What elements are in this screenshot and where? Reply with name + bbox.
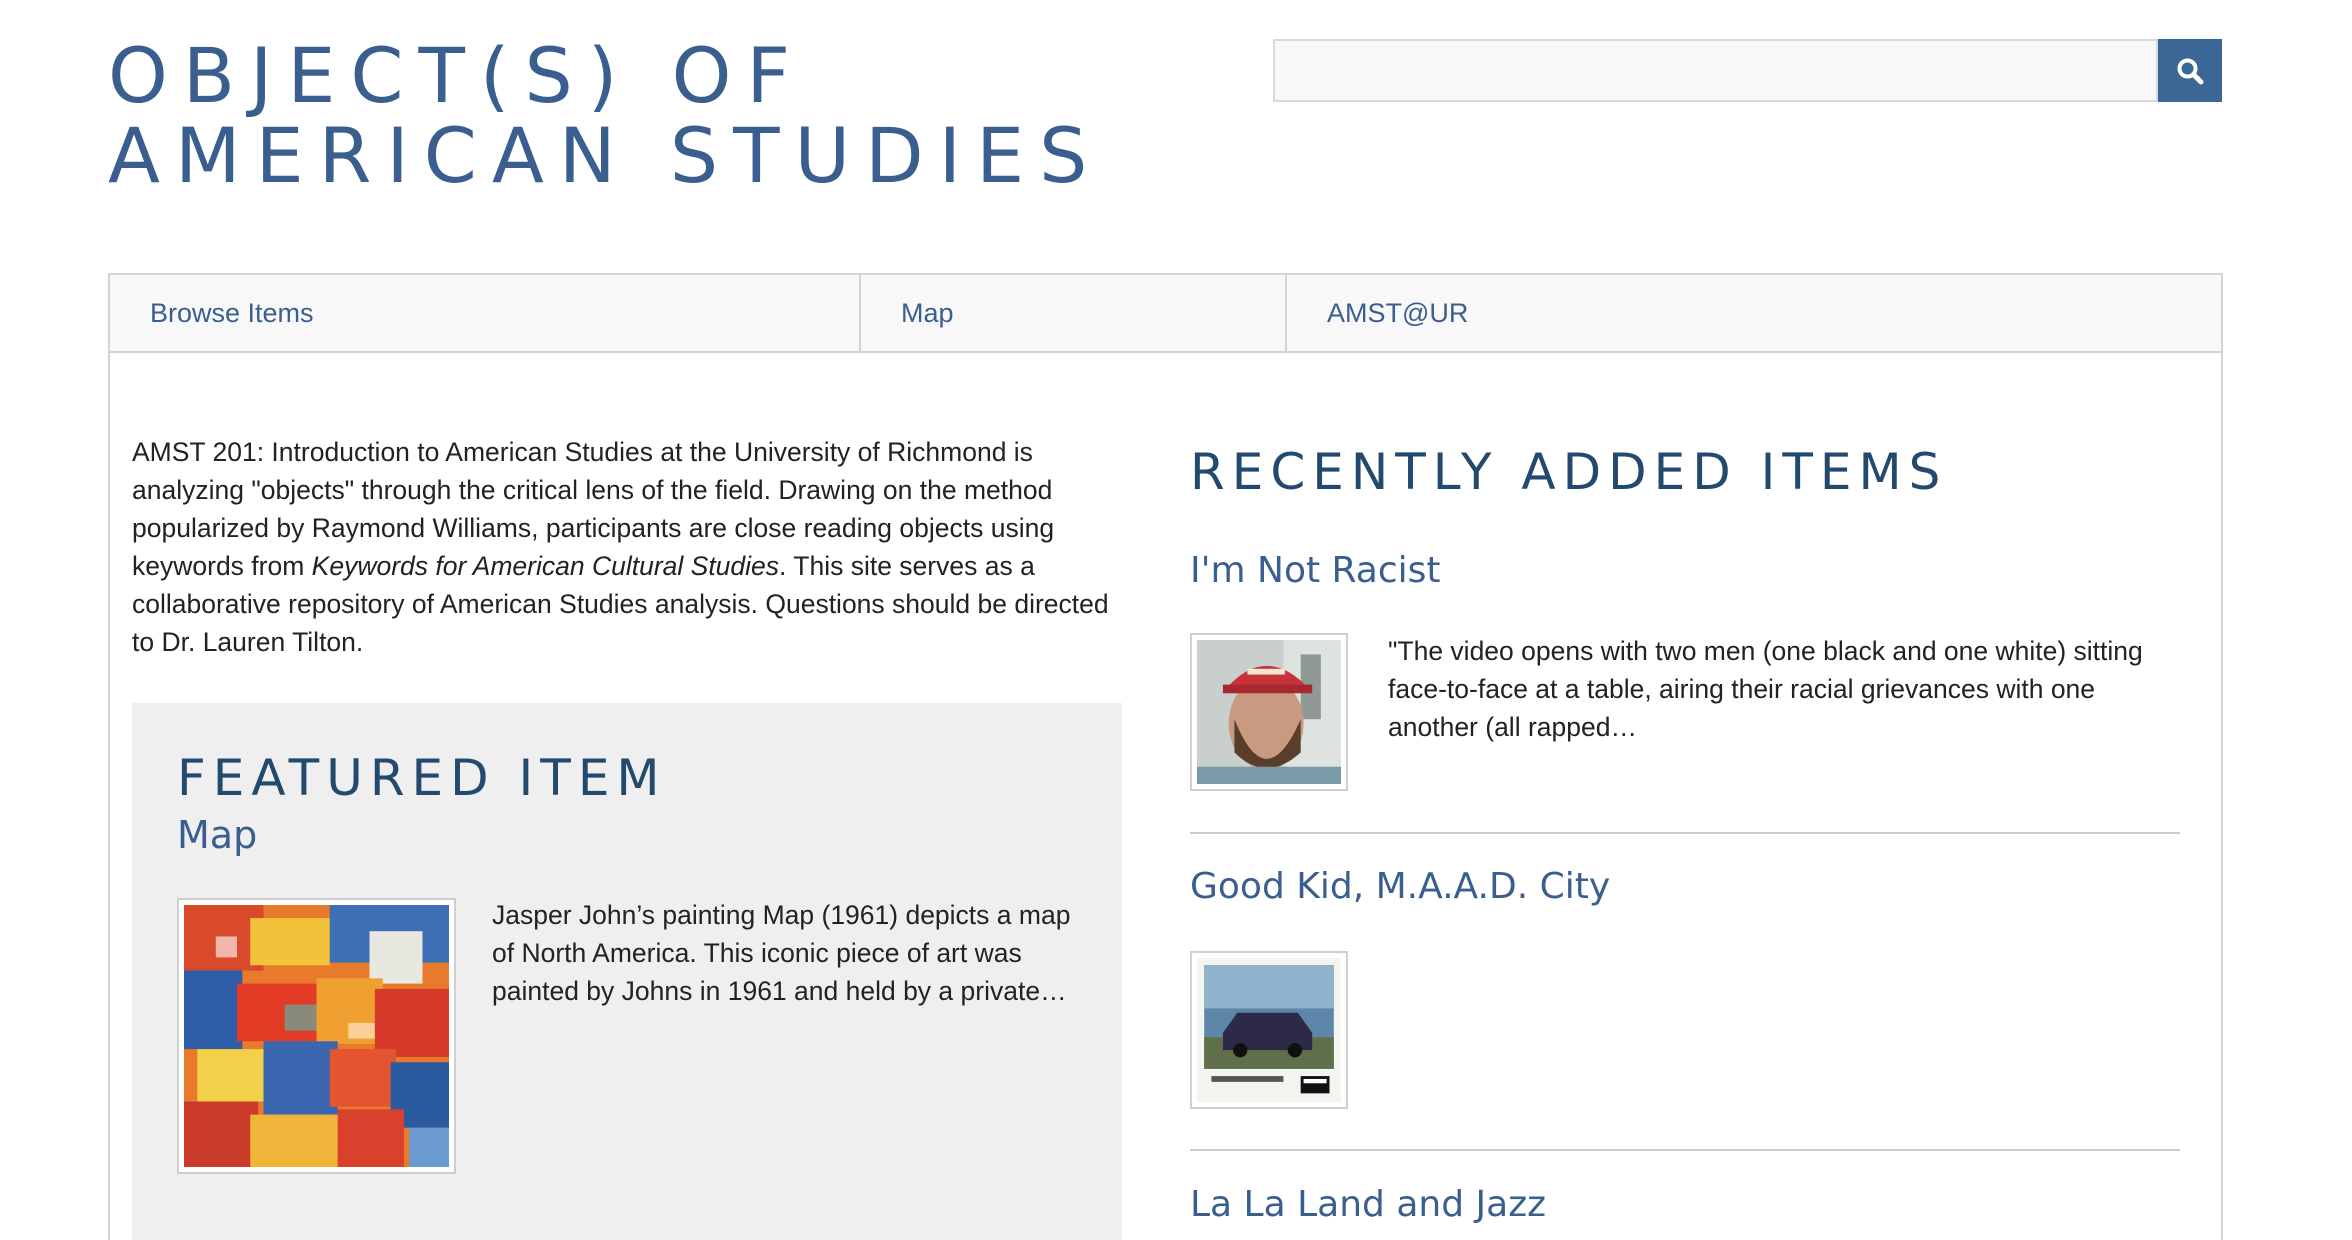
intro-text: AMST 201: Introduction to American Studi…	[132, 433, 1122, 661]
recent-item-title-link[interactable]: Good Kid, M.A.A.D. City	[1190, 866, 1610, 907]
album-cover-image	[1197, 958, 1341, 1102]
recent-item-title-link[interactable]: La La Land and Jazz	[1190, 1184, 1546, 1225]
main-nav: Browse Items Map AMST@UR	[108, 273, 2223, 353]
search-input[interactable]	[1273, 39, 2158, 102]
bearded-man-photo	[1197, 640, 1341, 784]
featured-item-panel: FEATURED ITEM Map Jasper John’s painting	[132, 703, 1122, 1240]
featured-item-thumbnail[interactable]	[177, 898, 456, 1174]
site-title[interactable]: OBJECT(S) OF AMERICAN STUDIES	[108, 36, 1102, 196]
intro-book-title: Keywords for American Cultural Studies	[311, 551, 780, 581]
featured-item-description: Jasper John’s painting Map (1961) depict…	[492, 900, 1071, 1006]
recently-added-heading: RECENTLY ADDED ITEMS	[1190, 443, 1948, 501]
map-painting-image	[184, 905, 449, 1167]
nav-item-map[interactable]: Map	[859, 275, 1285, 351]
recent-item-thumbnail[interactable]	[1190, 951, 1348, 1109]
recent-item-divider	[1190, 1149, 2180, 1151]
content-frame-right-border	[2221, 353, 2223, 1240]
featured-item-heading: FEATURED ITEM	[177, 749, 667, 807]
recent-item-divider	[1190, 832, 2180, 834]
site-title-line-2[interactable]: AMERICAN STUDIES	[108, 116, 1102, 196]
search-icon	[2177, 58, 2204, 84]
content-frame-left-border	[108, 353, 110, 1240]
recent-item-title-link[interactable]: I'm Not Racist	[1190, 550, 1441, 591]
nav-item-amst-ur[interactable]: AMST@UR	[1285, 275, 2221, 351]
recent-item-thumbnail[interactable]	[1190, 633, 1348, 791]
site-title-line-1[interactable]: OBJECT(S) OF	[108, 36, 1102, 116]
featured-item-title-link[interactable]: Map	[177, 813, 257, 857]
recent-item-description: "The video opens with two men (one black…	[1388, 636, 2143, 742]
search-button[interactable]	[2158, 39, 2222, 102]
nav-item-browse-items[interactable]: Browse Items	[110, 275, 859, 351]
